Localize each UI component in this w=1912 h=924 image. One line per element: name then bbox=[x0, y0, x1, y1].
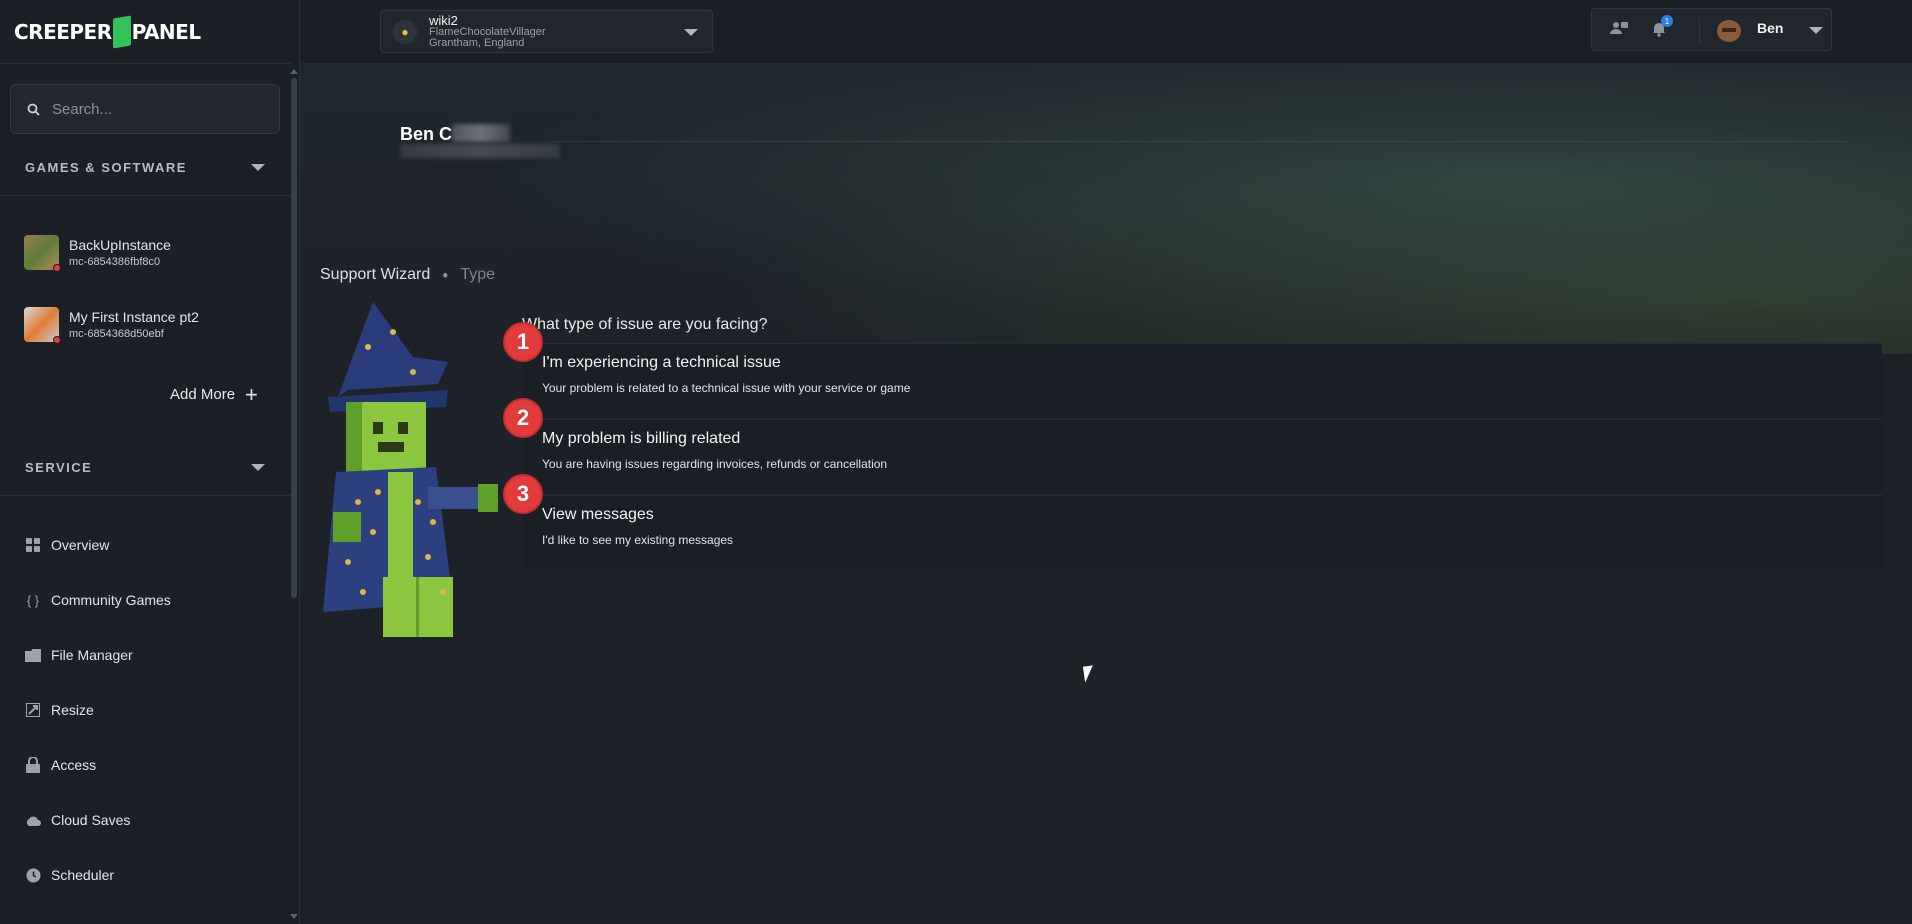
logo-text-left: CREEPER bbox=[14, 20, 112, 44]
instance-thumbnail bbox=[24, 235, 61, 272]
wizard-illustration bbox=[323, 302, 498, 637]
breadcrumb-support-wizard[interactable]: Support Wizard bbox=[320, 266, 430, 284]
chevron-down-icon[interactable] bbox=[1809, 27, 1823, 34]
instance-id: mc-6854386fbf8c0 bbox=[69, 256, 161, 268]
plus-icon: + bbox=[245, 381, 258, 407]
lock-icon bbox=[25, 757, 41, 773]
option-billing[interactable]: My problem is billing related You are ha… bbox=[522, 419, 1882, 491]
divider bbox=[0, 195, 291, 196]
nav-item-resize[interactable]: Resize bbox=[25, 702, 94, 718]
breadcrumb: Support Wizard ● Type bbox=[320, 266, 495, 284]
nav-label: Overview bbox=[51, 537, 110, 553]
service-section-header[interactable]: SERVICE bbox=[25, 460, 265, 475]
chevron-down-icon[interactable] bbox=[251, 464, 265, 471]
creeper-logo-icon bbox=[112, 15, 131, 49]
nav-item-file-manager[interactable]: File Manager bbox=[25, 647, 133, 663]
main-content: ● wiki2 FlameChocolateVillager Grantham,… bbox=[300, 0, 1912, 924]
option-title: View messages bbox=[542, 506, 654, 523]
instance-name: BackUpInstance bbox=[69, 237, 171, 253]
option-description: Your problem is related to a technical i… bbox=[542, 381, 911, 395]
status-offline-icon bbox=[53, 264, 61, 272]
nav-label: Cloud Saves bbox=[51, 812, 131, 828]
add-more-button[interactable]: Add More + bbox=[170, 381, 258, 407]
server-location: Grantham, England bbox=[429, 37, 525, 49]
nav-item-community-games[interactable]: { } Community Games bbox=[25, 592, 171, 608]
breadcrumb-separator-icon: ● bbox=[442, 269, 449, 281]
nav-item-cloud-saves[interactable]: Cloud Saves bbox=[25, 812, 130, 828]
nav-label: File Manager bbox=[51, 647, 133, 663]
instance-name: My First Instance pt2 bbox=[69, 309, 199, 325]
server-icon: ● bbox=[393, 19, 417, 44]
option-description: You are having issues regarding invoices… bbox=[542, 457, 888, 471]
cloud-icon bbox=[25, 812, 41, 828]
search-icon bbox=[27, 103, 40, 116]
divider bbox=[0, 495, 291, 496]
server-selector[interactable]: ● wiki2 FlameChocolateVillager Grantham,… bbox=[380, 10, 713, 53]
nav-item-access[interactable]: Access bbox=[25, 757, 96, 773]
profile-name: Ben C bbox=[400, 124, 453, 144]
option-view-messages[interactable]: View messages I'd like to see my existin… bbox=[522, 495, 1882, 567]
scroll-down-icon[interactable] bbox=[290, 914, 298, 919]
avatar[interactable] bbox=[1717, 20, 1741, 42]
option-technical-issue[interactable]: I'm experiencing a technical issue Your … bbox=[522, 343, 1882, 415]
divider bbox=[550, 141, 1850, 142]
divider bbox=[1699, 18, 1700, 44]
search-input[interactable] bbox=[52, 100, 252, 118]
add-more-label: Add More bbox=[170, 386, 236, 403]
redacted-email bbox=[400, 144, 560, 158]
user-controls: 1 Ben bbox=[1591, 8, 1832, 51]
mouse-cursor-icon bbox=[1082, 665, 1096, 683]
option-title: I'm experiencing a technical issue bbox=[542, 354, 781, 371]
folder-icon bbox=[25, 647, 41, 663]
chevron-down-icon[interactable] bbox=[684, 29, 698, 36]
user-name[interactable]: Ben bbox=[1757, 20, 1783, 36]
scroll-up-icon[interactable] bbox=[290, 69, 298, 74]
nav-item-scheduler[interactable]: Scheduler bbox=[25, 867, 114, 883]
creeperpanel-logo[interactable]: CREEPER PANEL bbox=[14, 14, 201, 50]
logo-text-right: PANEL bbox=[131, 20, 201, 44]
wizard-question: What type of issue are you facing? bbox=[522, 316, 768, 333]
notification-badge: 1 bbox=[1661, 15, 1673, 27]
sidebar: CREEPER PANEL GAMES & SOFTWARE BackUpIns… bbox=[0, 0, 300, 924]
option-title: My problem is billing related bbox=[542, 430, 741, 447]
nav-label: Community Games bbox=[51, 592, 171, 608]
instance-item[interactable]: My First Instance pt2 mc-6854368d50ebf bbox=[24, 307, 199, 344]
step-number-badge: 1 bbox=[505, 324, 541, 360]
instance-item[interactable]: BackUpInstance mc-6854386fbf8c0 bbox=[24, 235, 171, 272]
breadcrumb-type: Type bbox=[460, 266, 495, 283]
instance-id: mc-6854368d50ebf bbox=[69, 328, 164, 340]
nav-label: Scheduler bbox=[51, 867, 115, 883]
sidebar-scrollbar[interactable] bbox=[291, 78, 297, 598]
option-description: I'd like to see my existing messages bbox=[542, 533, 734, 547]
search-box[interactable] bbox=[10, 84, 280, 134]
nav-label: Access bbox=[51, 757, 97, 773]
status-offline-icon bbox=[53, 336, 61, 344]
step-number-badge: 3 bbox=[505, 476, 541, 512]
resize-icon bbox=[25, 702, 41, 718]
nav-item-overview[interactable]: Overview bbox=[25, 537, 109, 553]
chevron-down-icon[interactable] bbox=[251, 164, 265, 171]
service-section-label: SERVICE bbox=[25, 460, 93, 475]
top-bar: ● wiki2 FlameChocolateVillager Grantham,… bbox=[300, 0, 1912, 64]
nav-label: Resize bbox=[51, 702, 94, 718]
games-section-label: GAMES & SOFTWARE bbox=[25, 160, 187, 175]
profile-banner bbox=[300, 64, 1912, 354]
braces-icon: { } bbox=[26, 592, 40, 608]
divider bbox=[0, 63, 291, 64]
instance-thumbnail bbox=[24, 307, 61, 344]
clock-icon bbox=[25, 867, 41, 883]
step-number-badge: 2 bbox=[505, 400, 541, 436]
redacted-surname bbox=[452, 124, 510, 142]
people-icon[interactable] bbox=[1610, 21, 1628, 39]
games-section-header[interactable]: GAMES & SOFTWARE bbox=[25, 160, 265, 175]
grid-icon bbox=[25, 537, 41, 553]
